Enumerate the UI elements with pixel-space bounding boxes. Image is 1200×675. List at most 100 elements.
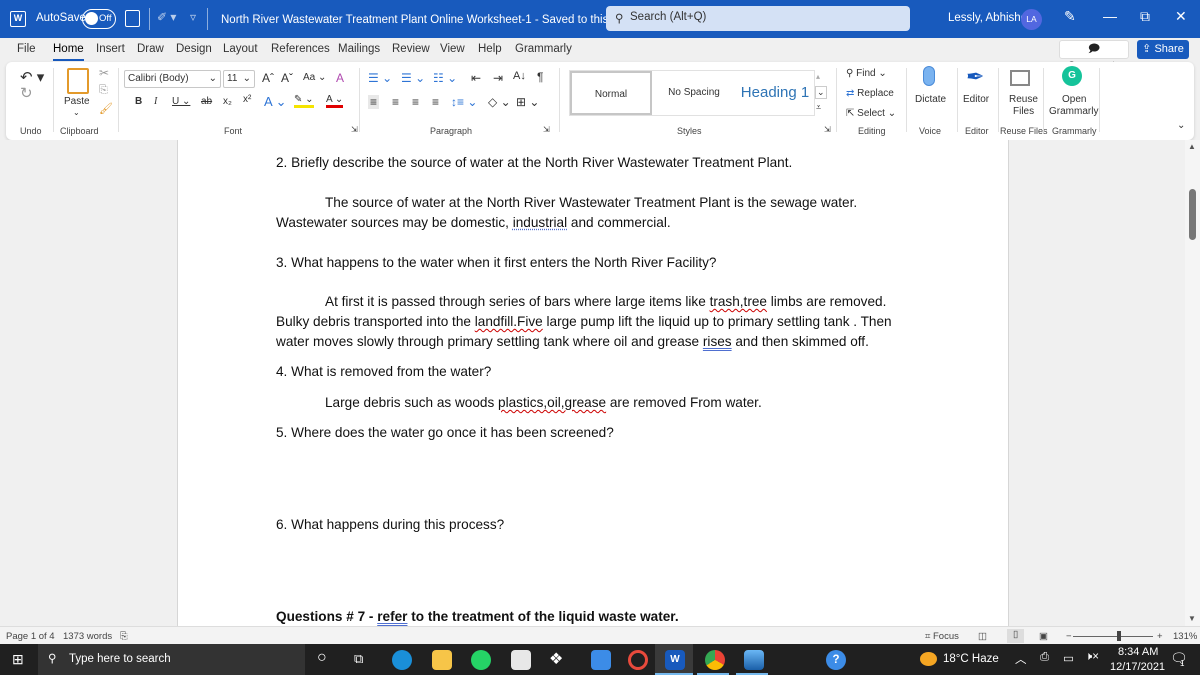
whatsapp-icon[interactable] — [471, 650, 491, 670]
text-effects-icon[interactable]: A ⌄ — [264, 94, 286, 110]
style-normal[interactable]: Normal — [570, 71, 652, 115]
decrease-indent-icon[interactable]: ⇤ — [471, 71, 481, 85]
notifications-icon[interactable]: 🗨 — [1170, 650, 1188, 667]
tab-view[interactable]: View — [440, 43, 465, 55]
grammar-flag[interactable]: industrial — [513, 215, 567, 230]
style-heading-1[interactable]: Heading 1 — [734, 71, 816, 115]
align-left-icon[interactable]: ≡ — [368, 95, 380, 109]
share-button[interactable]: ⇪ Share — [1137, 40, 1189, 59]
spelling-flag[interactable]: plastics,oil,grease — [498, 395, 606, 410]
copy-icon[interactable]: ⎘ — [99, 84, 108, 97]
font-color-icon[interactable]: A ⌄ — [326, 94, 344, 108]
grow-font-icon[interactable]: Aˆ — [262, 71, 274, 85]
style-no-spacing[interactable]: No Spacing — [654, 71, 734, 115]
weather-text[interactable]: 18°C Haze — [943, 653, 999, 665]
record-app-icon[interactable] — [628, 650, 648, 670]
autosave-toggle[interactable]: Off — [82, 9, 116, 29]
bullets-icon[interactable]: ☰ ⌄ — [368, 71, 392, 85]
zoom-out-button[interactable]: − — [1066, 631, 1072, 642]
document-title[interactable]: North River Wastewater Treatment Plant O… — [221, 12, 636, 26]
format-painter-icon[interactable]: 🖌 — [99, 102, 113, 115]
grammarly-icon[interactable]: G — [1062, 66, 1082, 86]
show-marks-icon[interactable]: ¶ — [537, 70, 543, 84]
grammar-flag[interactable]: refer — [377, 609, 407, 624]
help-icon[interactable]: ? — [826, 650, 846, 670]
superscript-button[interactable]: x² — [243, 94, 251, 105]
dropbox-icon[interactable]: ❖ — [549, 649, 563, 669]
clock-date[interactable]: 12/17/2021 — [1110, 661, 1165, 673]
shading-icon[interactable]: ◇ ⌄ — [488, 95, 511, 109]
print-layout-icon[interactable]: ▯ — [1007, 629, 1025, 643]
save-icon[interactable] — [125, 10, 140, 27]
font-dialog-launcher-icon[interactable]: ⇲ — [351, 125, 358, 134]
find-button[interactable]: ⚲ Find ⌄ — [846, 68, 887, 79]
clock-time[interactable]: 8:34 AM — [1118, 646, 1158, 658]
scroll-down-icon[interactable]: ▼ — [1188, 614, 1196, 623]
pen-icon[interactable]: ✎ — [1064, 8, 1076, 25]
line-spacing-icon[interactable]: ↕≡ ⌄ — [451, 95, 477, 109]
store-icon[interactable] — [511, 650, 531, 670]
tab-references[interactable]: References — [271, 43, 330, 55]
cortana-icon[interactable]: ○ — [317, 649, 327, 667]
tab-review[interactable]: Review — [392, 43, 430, 55]
subscript-button[interactable]: x₂ — [223, 96, 232, 107]
focus-button[interactable]: ⌗ Focus — [925, 631, 959, 642]
redo-icon[interactable]: ↻ — [20, 84, 33, 102]
scroll-up-icon[interactable]: ▲ — [1188, 142, 1196, 151]
zoom-slider-thumb[interactable] — [1117, 631, 1121, 641]
tab-grammarly[interactable]: Grammarly — [515, 43, 572, 55]
numbering-icon[interactable]: ☰ ⌄ — [401, 71, 425, 85]
sort-icon[interactable]: A↓ — [513, 70, 526, 82]
replace-button[interactable]: ⇄ Replace — [846, 88, 894, 99]
touch-mode-icon[interactable]: ✐ ▾ — [157, 10, 176, 24]
photos-icon[interactable] — [744, 650, 764, 670]
scroll-thumb[interactable] — [1189, 189, 1196, 240]
multilevel-list-icon[interactable]: ☷ ⌄ — [433, 71, 457, 85]
tab-home[interactable]: Home — [53, 43, 84, 61]
tab-help[interactable]: Help — [478, 43, 502, 55]
bold-button[interactable]: B — [135, 96, 142, 107]
word-count[interactable]: 1373 words — [63, 631, 112, 642]
meet-now-icon[interactable]: ⎙ — [1040, 651, 1049, 664]
task-view-icon[interactable]: ⧉ — [354, 651, 363, 667]
weather-icon[interactable] — [920, 652, 937, 666]
paragraph-dialog-launcher-icon[interactable]: ⇲ — [543, 125, 550, 134]
read-mode-icon[interactable]: ◫ — [978, 631, 987, 642]
editor-pen-icon[interactable]: ✒ — [966, 64, 984, 90]
show-hidden-icons[interactable]: ︿ — [1015, 651, 1027, 667]
editor-button[interactable]: Editor — [963, 94, 989, 105]
align-center-icon[interactable]: ≡ — [392, 95, 399, 109]
tab-design[interactable]: Design — [176, 43, 212, 55]
italic-button[interactable]: I — [154, 96, 157, 107]
web-layout-icon[interactable]: ▣ — [1039, 631, 1048, 642]
highlight-color-icon[interactable]: ✎ ⌄ — [294, 94, 314, 108]
grammar-flag[interactable]: rises — [703, 334, 732, 349]
paste-chevron-icon[interactable]: ⌄ — [73, 108, 80, 117]
justify-icon[interactable]: ≡ — [432, 95, 439, 109]
shrink-font-icon[interactable]: Aˇ — [281, 71, 293, 85]
word-taskbar-icon[interactable]: W — [665, 650, 685, 670]
blue-app-icon[interactable] — [591, 650, 611, 670]
search-input[interactable]: ⚲ Search (Alt+Q) — [606, 6, 910, 31]
tab-draw[interactable]: Draw — [137, 43, 164, 55]
styles-dialog-launcher-icon[interactable]: ⇲ — [824, 125, 831, 134]
font-size-select[interactable]: 11 ⌄ — [223, 70, 255, 88]
minimize-button[interactable]: — — [1103, 8, 1117, 24]
borders-icon[interactable]: ⊞ ⌄ — [516, 95, 539, 109]
file-explorer-icon[interactable] — [432, 650, 452, 670]
windows-start-icon[interactable]: ⊞ — [12, 651, 24, 668]
reuse-files-icon[interactable] — [1010, 70, 1030, 86]
align-right-icon[interactable]: ≡ — [412, 95, 419, 109]
dictate-button[interactable]: Dictate — [915, 94, 946, 105]
styles-more-icon[interactable]: ⩡ — [816, 102, 821, 113]
battery-icon[interactable]: ▭ — [1063, 651, 1074, 665]
strikethrough-button[interactable]: ab — [201, 96, 212, 107]
restore-button[interactable]: ⧉ — [1140, 8, 1150, 25]
volume-muted-icon[interactable]: 🕨× — [1085, 651, 1099, 664]
tab-layout[interactable]: Layout — [223, 43, 258, 55]
close-button[interactable]: ✕ — [1175, 8, 1187, 25]
zoom-slider[interactable] — [1073, 636, 1153, 637]
clear-formatting-icon[interactable]: A — [336, 71, 344, 85]
document-page[interactable]: 2. Briefly describe the source of water … — [177, 140, 1009, 626]
collapse-ribbon-icon[interactable]: ⌄ — [1177, 120, 1185, 131]
